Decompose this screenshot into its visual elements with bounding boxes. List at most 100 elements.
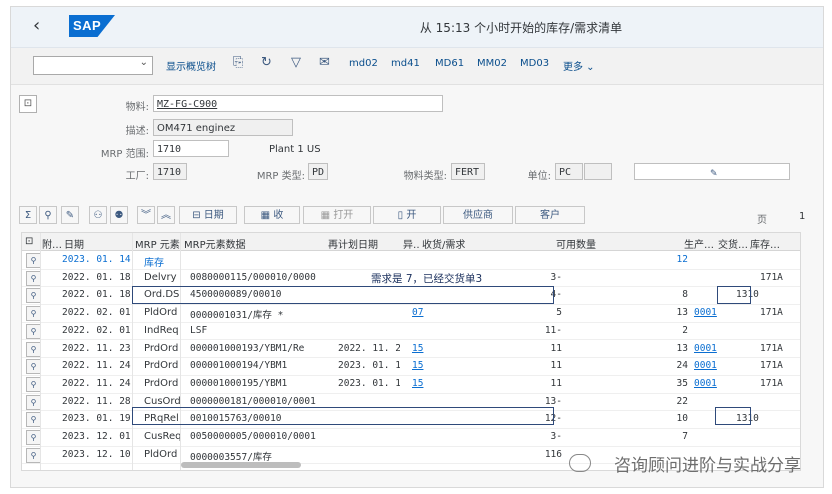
collapse-icon[interactable]: ︽ [157, 206, 175, 224]
cell-production[interactable]: 0001 [694, 343, 722, 354]
col-production[interactable]: 生产… [684, 236, 714, 251]
cell-reschedule: 2023. 01. 19 [338, 377, 400, 389]
open-button-disabled[interactable]: ▦ 打开 [303, 206, 371, 224]
back-button[interactable]: ‹ [33, 16, 53, 36]
open-label: 打开 [333, 210, 354, 221]
cell-date: 2022. 11. 28 [62, 395, 131, 407]
table-row[interactable]: ⚲ 2023. 01. 14 库存 12 [22, 251, 800, 270]
toolbar-mm02[interactable]: MM02 [477, 58, 507, 69]
cell-exception[interactable]: 15 [412, 360, 426, 371]
details-icon[interactable]: ⚲ [26, 341, 41, 357]
details-icon[interactable]: ⚲ [26, 376, 41, 392]
cell-production[interactable]: 0001 [694, 307, 722, 318]
open2-label: 开 [406, 210, 417, 221]
material-field[interactable]: MZ-FG-C900 [153, 95, 443, 112]
plant-field: 1710 [153, 163, 187, 180]
variant-select[interactable]: ⌄ [33, 56, 153, 75]
details-icon[interactable]: ⚲ [26, 447, 41, 463]
pencil-icon[interactable]: ✎ [61, 206, 79, 224]
receipts-button[interactable]: ▦ 收 [244, 206, 300, 224]
cell-exception[interactable]: 07 [412, 307, 426, 318]
cell-production[interactable]: 0001 [694, 360, 722, 371]
details-icon[interactable]: ⚲ [26, 394, 41, 410]
col-mrp-element[interactable]: MRP 元素 [135, 236, 180, 251]
table-row[interactable]: ⚲ 2023. 12. 01 CusReq 0050000005/000010/000… [22, 428, 800, 447]
details-icon[interactable]: ⚲ [26, 323, 41, 339]
filter-icon[interactable]: ▽ [291, 55, 301, 70]
table-row[interactable]: ⚲ 2022. 11. 24 PrdOrd 000001000194/YBM1 2023… [22, 357, 800, 376]
grid-line [180, 233, 181, 470]
mrp-type-field: PD [308, 163, 328, 180]
toolbar-md61[interactable]: MD61 [435, 58, 464, 69]
chevron-down-icon: ⌄ [139, 57, 148, 68]
cell-mrp-element: PldOrd [144, 307, 178, 319]
table-row[interactable]: ⚲ 2022. 02. 01 IndReq LSF 11- 2 [22, 322, 800, 341]
plant-label: 工厂: [125, 171, 149, 182]
select-all-icon[interactable]: ⊡ [25, 236, 33, 247]
collapse-header-icon[interactable]: ⊡ [19, 95, 37, 113]
col-storage[interactable]: 库存… [750, 236, 782, 251]
mrp-area-text: Plant 1 US [269, 144, 321, 155]
more-button[interactable]: 更多 ⌄ [563, 58, 595, 73]
export-icon[interactable]: ⎘ [233, 55, 243, 70]
show-overview-button[interactable]: 显示概览树 [166, 58, 216, 73]
cell-rec-req: 11 [550, 377, 562, 389]
details-icon[interactable]: ⚲ [26, 412, 41, 428]
mail-icon[interactable]: ✉ [319, 55, 330, 70]
toolbar-md02[interactable]: md02 [349, 58, 378, 69]
cell-available: 8 [682, 289, 688, 301]
details-icon[interactable]: ⚲ [26, 288, 41, 304]
sum-icon[interactable]: Σ [19, 206, 37, 224]
refresh-icon[interactable]: ↻ [261, 55, 272, 70]
col-delivery[interactable]: 交货… [718, 236, 748, 251]
table-row[interactable]: ⚲ 2022. 11. 24 PrdOrd 000001000195/YBM1 2023… [22, 375, 800, 394]
edit-icon[interactable]: ✎ [634, 163, 790, 180]
receipts-label: 收 [273, 210, 284, 221]
cell-reschedule: 2022. 11. 28 [338, 342, 400, 354]
cell-date: 2022. 02. 01 [62, 307, 131, 319]
find-icon[interactable]: ⚲ [39, 206, 57, 224]
group-icon[interactable]: ⚇ [89, 206, 107, 224]
cell-storage: 171A [760, 307, 783, 319]
title-bar: ‹ SAP 从 15:13 个小时开始的库存/需求清单 [11, 7, 823, 48]
mrp-area-field[interactable]: 1710 [153, 140, 229, 157]
col-available[interactable]: 可用数量 [556, 236, 596, 251]
cell-available: 7 [682, 431, 688, 442]
toolbar-md41[interactable]: md41 [391, 58, 420, 69]
details-icon[interactable]: ⚲ [26, 306, 41, 322]
details-icon[interactable]: ⚲ [26, 430, 41, 445]
material-type-label: 物料类型: [403, 171, 447, 182]
customer-button[interactable]: 客户 [515, 206, 585, 224]
cell-mrp-element: CusReq [144, 431, 182, 442]
table-row[interactable]: ⚲ 2022. 02. 01 PldOrd 0000001031/库存 * 07 5 13 0… [22, 304, 800, 323]
cell-exception[interactable]: 15 [412, 378, 426, 389]
details-icon[interactable]: ⚲ [26, 253, 41, 268]
col-date[interactable]: 日期 [64, 236, 84, 251]
toolbar-md03[interactable]: MD03 [520, 58, 549, 69]
date-button[interactable]: ⊟ 日期 [179, 206, 237, 224]
cell-exception[interactable]: 15 [412, 343, 426, 354]
cell-mrp-data: 000001000193/YBM1/Re [190, 342, 305, 354]
table-row[interactable]: ⚲ 2022. 11. 23 PrdOrd 000001000193/YBM1/Re 2… [22, 340, 800, 359]
table-header: ⊡ 附… 日期 MRP 元素 MRP元素数据 再计划日期 异… 收货/需求 可用… [22, 233, 800, 251]
col-attach[interactable]: 附… [42, 236, 62, 251]
cell-available: 35 [676, 377, 688, 389]
col-rec-req[interactable]: 收货/需求 [422, 236, 465, 251]
cell-mrp-data: LSF [190, 324, 208, 336]
group-add-icon[interactable]: ⚉ [110, 206, 128, 224]
cell-mrp-data: 000001000195/YBM1 [190, 377, 288, 389]
horizontal-scrollbar[interactable] [181, 462, 301, 468]
grid-line [132, 233, 133, 470]
cell-date: 2022. 11. 23 [62, 342, 131, 354]
cell-rec-req: 11 [550, 342, 562, 354]
details-icon[interactable]: ⚲ [26, 359, 41, 375]
expand-icon[interactable]: ︾ [137, 206, 155, 224]
mrp-area-label: MRP 范围: [100, 149, 149, 160]
details-icon[interactable]: ⚲ [26, 270, 41, 286]
col-mrp-data[interactable]: MRP元素数据 [184, 236, 246, 251]
supply-area-button[interactable]: 供应商 [443, 206, 513, 224]
cell-production[interactable]: 0001 [694, 378, 722, 389]
open-button[interactable]: ▯ 开 [373, 206, 441, 224]
col-reschedule[interactable]: 再计划日期 [328, 236, 378, 251]
col-exception[interactable]: 异… [403, 236, 420, 251]
